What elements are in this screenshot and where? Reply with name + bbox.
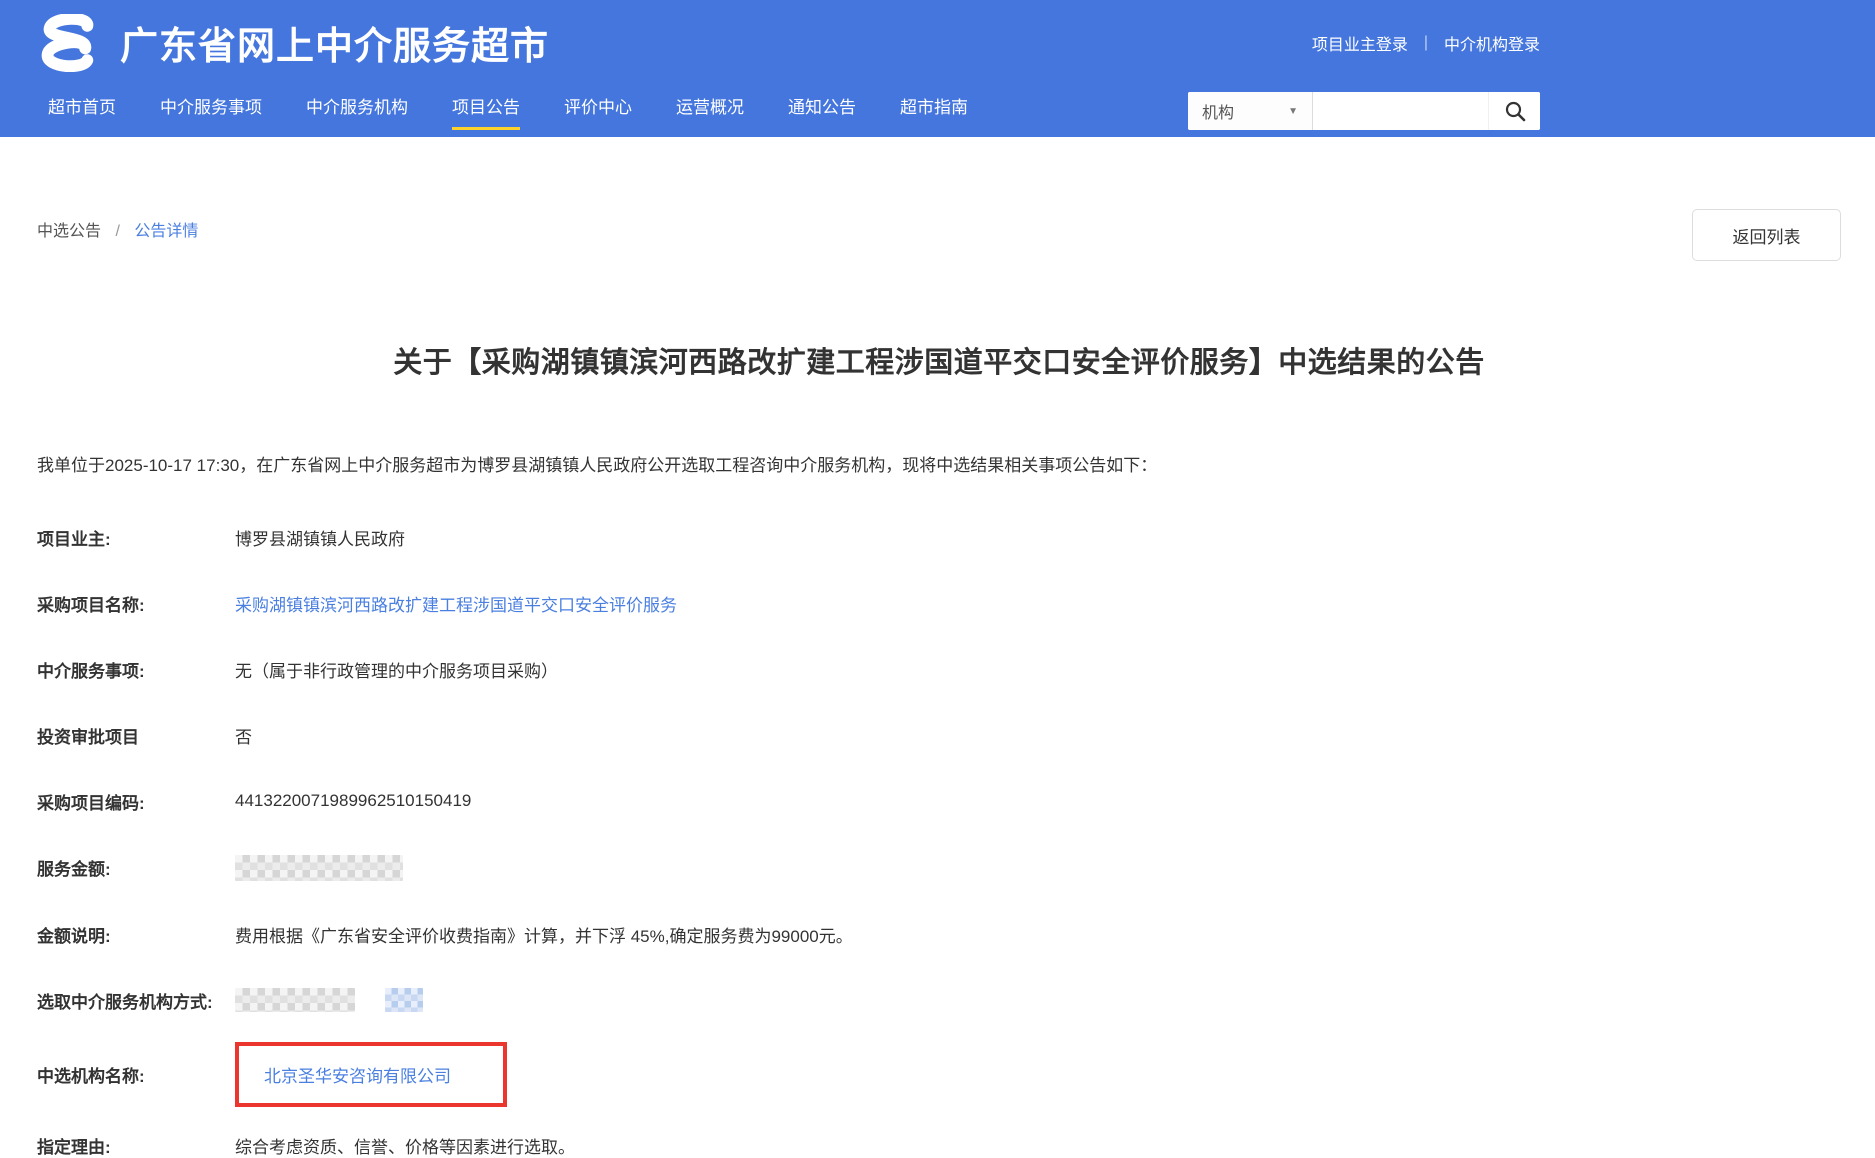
nav-item-service-items: 中介服务事项	[160, 93, 262, 130]
field-value	[235, 988, 423, 1012]
field-value: 无（属于非行政管理的中介服务项目采购）	[235, 661, 558, 681]
search-icon	[1505, 101, 1525, 122]
field-row-project-owner: 项目业主: 博罗县湖镇镇人民政府	[37, 525, 1841, 550]
login-separator: |	[1423, 33, 1428, 51]
search-category-select[interactable]: 机构 ▼	[1188, 92, 1313, 130]
highlight-red-box: 北京圣华安咨询有限公司	[235, 1041, 507, 1107]
nav-item-project-announcements: 项目公告	[452, 93, 520, 130]
back-to-list-button[interactable]: 返回列表	[1692, 209, 1841, 261]
field-label: 选取中介服务机构方式:	[37, 992, 213, 1012]
field-label: 采购项目名称:	[37, 595, 145, 615]
breadcrumb-separator: /	[115, 223, 120, 240]
field-value: 4413220071989962510150419	[235, 791, 472, 810]
nav-link-evaluation[interactable]: 评价中心	[564, 93, 632, 127]
field-value: 博罗县湖镇镇人民政府	[235, 529, 405, 549]
header-top-bar: 广东省网上中介服务超市 项目业主登录 | 中介机构登录	[0, 0, 1875, 85]
announcement-title: 关于【采购湖镇镇滨河西路改扩建工程涉国道平交口安全评价服务】中选结果的公告	[393, 347, 1485, 379]
field-row-selection-method: 选取中介服务机构方式:	[37, 988, 1841, 1013]
redacted-method-mosaic	[235, 988, 355, 1012]
breadcrumb-current: 公告详情	[134, 223, 199, 240]
redacted-amount-mosaic	[235, 854, 403, 881]
search-category-value: 机构	[1202, 105, 1235, 122]
breadcrumb-parent[interactable]: 中选公告	[37, 223, 101, 240]
site-brand: 广东省网上中介服务超市	[30, 13, 550, 72]
redacted-method-mosaic-2	[385, 988, 423, 1012]
site-title: 广东省网上中介服务超市	[120, 26, 550, 68]
nav-link-home[interactable]: 超市首页	[48, 93, 116, 127]
site-header: 广东省网上中介服务超市 项目业主登录 | 中介机构登录 超市首页 中介服务事项 …	[0, 0, 1875, 137]
field-row-project-name: 采购项目名称: 采购湖镇镇滨河西路改扩建工程涉国道平交口安全评价服务	[37, 591, 1841, 616]
field-label: 金额说明:	[37, 926, 111, 946]
nav-item-agencies: 中介服务机构	[306, 93, 408, 130]
field-row-winning-agency: 中选机构名称: 北京圣华安咨询有限公司	[37, 1041, 1841, 1107]
field-row-project-code: 采购项目编码: 4413220071989962510150419	[37, 789, 1841, 814]
site-logo-icon	[41, 13, 94, 72]
search-box: 机构 ▼	[1188, 92, 1540, 130]
nav-item-notices: 通知公告	[788, 93, 856, 130]
nav-link-project-announcements[interactable]: 项目公告	[452, 93, 520, 130]
field-label: 指定理由:	[37, 1137, 111, 1157]
announcement-intro: 我单位于2025-10-17 17:30，在广东省网上中介服务超市为博罗县湖镇镇…	[37, 456, 1158, 475]
nav-item-home: 超市首页	[48, 93, 116, 130]
announcement-detail-page: 中选公告 / 公告详情 返回列表 关于【采购湖镇镇滨河西路改扩建工程涉国道平交口…	[0, 137, 1875, 1158]
field-row-investment-approval: 投资审批项目 否	[37, 723, 1841, 748]
nav-item-guide: 超市指南	[900, 93, 968, 130]
project-name-link[interactable]: 采购湖镇镇滨河西路改扩建工程涉国道平交口安全评价服务	[235, 596, 677, 615]
announcement-fields: 项目业主: 博罗县湖镇镇人民政府 采购项目名称: 采购湖镇镇滨河西路改扩建工程涉…	[37, 525, 1841, 1158]
field-label: 投资审批项目	[37, 727, 139, 747]
field-value	[235, 854, 403, 881]
owner-login-link[interactable]: 项目业主登录	[1312, 31, 1408, 55]
field-value: 北京圣华安咨询有限公司	[235, 1041, 507, 1107]
main-nav: 超市首页 中介服务事项 中介服务机构 项目公告 评价中心 运营概况 通知公告 超…	[0, 85, 1875, 137]
field-label: 中选机构名称:	[37, 1066, 145, 1086]
nav-link-notices[interactable]: 通知公告	[788, 93, 856, 127]
nav-link-guide[interactable]: 超市指南	[900, 93, 968, 127]
login-links: 项目业主登录 | 中介机构登录	[1312, 31, 1540, 55]
field-label: 服务金额:	[37, 860, 111, 879]
winning-agency-link[interactable]: 北京圣华安咨询有限公司	[264, 1067, 451, 1086]
field-row-service-item: 中介服务事项: 无（属于非行政管理的中介服务项目采购）	[37, 657, 1841, 682]
field-row-designation-reason: 指定理由: 综合考虑资质、信誉、价格等因素进行选取。	[37, 1133, 1841, 1158]
field-label: 项目业主:	[37, 529, 111, 549]
nav-list: 超市首页 中介服务事项 中介服务机构 项目公告 评价中心 运营概况 通知公告 超…	[48, 93, 968, 130]
field-value: 综合考虑资质、信誉、价格等因素进行选取。	[235, 1137, 575, 1157]
nav-link-agencies[interactable]: 中介服务机构	[306, 93, 408, 127]
nav-link-operations[interactable]: 运营概况	[676, 93, 744, 127]
field-label: 采购项目编码:	[37, 793, 145, 813]
field-label: 中介服务事项:	[37, 661, 145, 681]
field-value: 否	[235, 727, 252, 747]
field-value: 费用根据《广东省安全评价收费指南》计算，并下浮 45%,确定服务费为99000元…	[235, 926, 853, 946]
field-row-amount-note: 金额说明: 费用根据《广东省安全评价收费指南》计算，并下浮 45%,确定服务费为…	[37, 922, 1841, 947]
search-input[interactable]	[1313, 92, 1488, 130]
agency-login-link[interactable]: 中介机构登录	[1444, 31, 1540, 55]
field-row-service-amount: 服务金额:	[37, 854, 1841, 881]
nav-item-evaluation: 评价中心	[564, 93, 632, 130]
breadcrumb: 中选公告 / 公告详情	[37, 217, 198, 241]
nav-item-operations: 运营概况	[676, 93, 744, 130]
nav-link-service-items[interactable]: 中介服务事项	[160, 93, 262, 127]
search-button[interactable]	[1488, 92, 1540, 130]
chevron-down-icon: ▼	[1288, 105, 1298, 117]
breadcrumb-row: 中选公告 / 公告详情 返回列表	[37, 209, 1841, 261]
